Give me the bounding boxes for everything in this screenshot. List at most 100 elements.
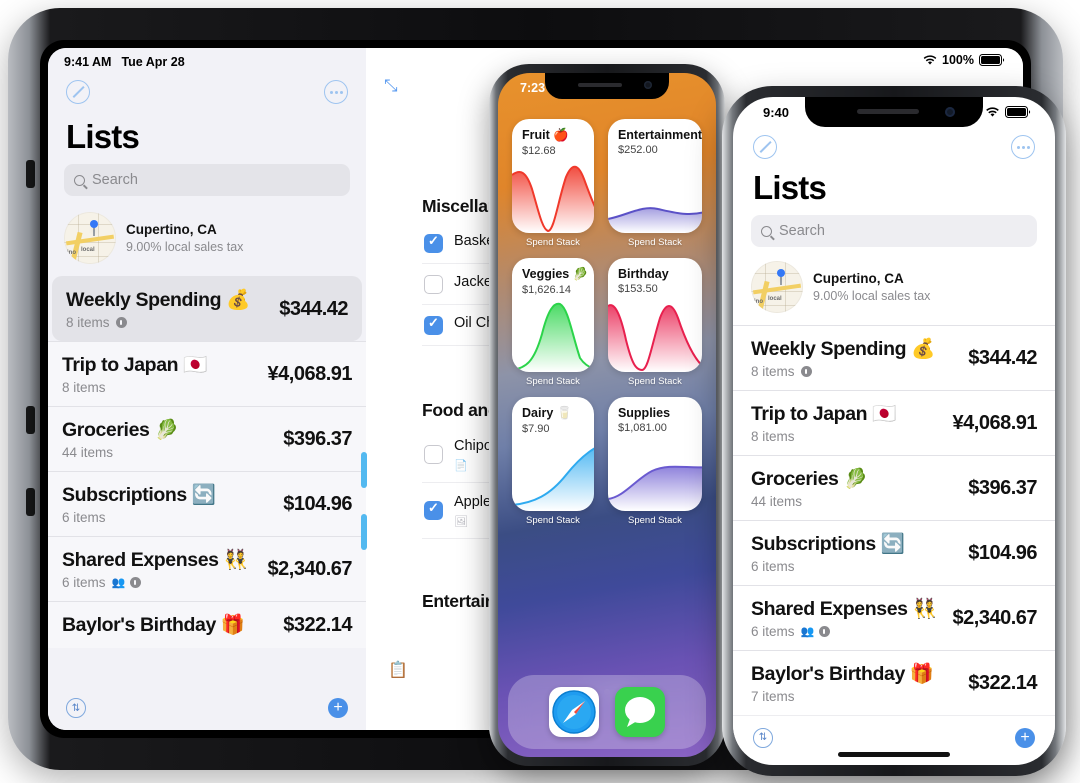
location-row[interactable]: ino local Cupertino, CA 9.00% local sale… <box>48 208 366 276</box>
iphone-lists-device: 9:40 •••• Lists Search ino local Cuperti… <box>722 86 1066 776</box>
location-row[interactable]: ino local Cupertino, CA 9.00% local sale… <box>733 259 1055 325</box>
widget-card[interactable]: Supplies $1,081.00 <box>607 397 702 511</box>
widget-grid: Fruit 🍎 $12.68 Spend Stack Entertainment <box>498 119 716 526</box>
list-item-groceries[interactable]: Groceries 🥬 44 items $396.37 <box>48 406 366 471</box>
widget-amount: $7.90 <box>522 423 550 435</box>
list-item-subtitle: 8 items <box>751 429 795 444</box>
widget-entertainment[interactable]: Entertainment $252.00 Spend Stack <box>607 119 702 248</box>
list-item-title: Shared Expenses 👯 <box>62 549 248 571</box>
list-item-subscriptions[interactable]: Subscriptions 🔄 6 items $104.96 <box>733 520 1055 585</box>
widget-title: Birthday <box>617 267 669 281</box>
widget-amount: $252.00 <box>617 144 658 156</box>
list-item-shared-expenses[interactable]: Shared Expenses 👯 6 items 👥 $2,340.67 <box>48 536 366 601</box>
search-input[interactable]: Search <box>751 215 1037 247</box>
widget-fruit[interactable]: Fruit 🍎 $12.68 Spend Stack <box>512 119 594 248</box>
widget-caption: Spend Stack <box>628 237 682 248</box>
notch <box>545 73 669 99</box>
add-list-button[interactable]: + <box>1015 727 1035 748</box>
list-item-subtitle: 8 items <box>751 364 935 379</box>
map-pin-stem <box>93 227 95 236</box>
list-item-groceries[interactable]: Groceries 🥬 44 items $396.37 <box>733 455 1055 520</box>
list-item-title: Groceries 🥬 <box>751 468 868 490</box>
widget-birthday[interactable]: Birthday $153.50 Spend Stack <box>607 258 702 387</box>
lists-nav-bar <box>733 131 1055 159</box>
search-input[interactable]: Search <box>64 164 350 196</box>
speaker-icon <box>578 83 622 87</box>
list-item-count: 6 items <box>751 624 795 639</box>
scroll-indicator-1[interactable] <box>361 452 367 488</box>
list-item-shared-expenses[interactable]: Shared Expenses 👯 6 items 👥 $2,340.67 <box>733 585 1055 650</box>
list-item-baylors-birthday[interactable]: Baylor's Birthday 🎁 $322.14 <box>48 601 366 648</box>
safari-app-icon[interactable] <box>549 687 599 737</box>
list-item-subtitle: 6 items 👥 <box>751 624 936 639</box>
lists-status-right: •••• <box>965 106 1031 118</box>
home-indicator[interactable] <box>838 752 950 757</box>
messages-app-icon[interactable] <box>615 687 665 737</box>
checkbox-icon[interactable] <box>424 275 443 294</box>
ipad-status-bar: 9:41 AM Tue Apr 28 <box>48 48 366 76</box>
expand-diagonal-icon[interactable]: ⤡ <box>384 76 398 96</box>
widget-card[interactable]: Fruit 🍎 $12.68 <box>512 119 594 233</box>
page-title: Lists <box>753 169 827 206</box>
list-item-title: Weekly Spending 💰 <box>66 289 250 311</box>
add-list-button[interactable]: + <box>328 698 348 718</box>
widget-card[interactable]: Veggies 🥬 $1,626.14 <box>512 258 594 372</box>
map-pin-icon <box>777 269 785 277</box>
widget-card[interactable]: Dairy 🥛 $7.90 <box>512 397 594 511</box>
list-item-count: 6 items <box>62 575 106 590</box>
search-placeholder: Search <box>92 172 138 188</box>
clipboard-icon[interactable]: 📋 <box>388 660 408 680</box>
ipad-button-mid[interactable] <box>26 406 35 434</box>
more-ellipsis-circle-icon[interactable] <box>1011 135 1035 159</box>
list-item-count: 8 items <box>66 315 110 330</box>
list-item-amount: $322.14 <box>968 671 1037 694</box>
list-item-title: Baylor's Birthday 🎁 <box>62 614 245 636</box>
list-item-amount: $104.96 <box>968 541 1037 564</box>
map-thumbnail-icon: ino local <box>751 261 803 313</box>
widget-card[interactable]: Entertainment $252.00 <box>607 119 702 233</box>
privacy-badge-icon <box>130 577 142 588</box>
widget-dairy[interactable]: Dairy 🥛 $7.90 Spend Stack <box>512 397 594 526</box>
more-ellipsis-circle-icon[interactable] <box>324 80 348 104</box>
widget-chart <box>512 165 594 233</box>
ipad-button-top[interactable] <box>26 160 35 188</box>
list-item-subscriptions[interactable]: Subscriptions 🔄 6 items $104.96 <box>48 471 366 536</box>
checkbox-icon[interactable] <box>424 233 443 253</box>
ipad-button-bottom[interactable] <box>26 488 35 516</box>
no-entry-circle-icon[interactable] <box>66 80 90 104</box>
ipad-list-rows: Weekly Spending 💰 8 items $344.42 Trip t… <box>48 276 366 686</box>
iphone-lists-screen: 9:40 •••• Lists Search ino local Cuperti… <box>733 97 1055 765</box>
ipad-sidebar: 9:41 AM Tue Apr 28 Lists Search ino loca… <box>48 48 366 730</box>
list-item-baylors-birthday[interactable]: Baylor's Birthday 🎁 7 items $322.14 <box>733 650 1055 715</box>
home-status-time: 7:23 <box>520 81 546 95</box>
scroll-indicator-2[interactable] <box>361 514 367 550</box>
list-item-subtitle: 44 items <box>751 494 803 509</box>
sort-updown-icon[interactable]: ⇅ <box>66 698 86 718</box>
widget-caption: Spend Stack <box>526 376 580 387</box>
list-item-title: Shared Expenses 👯 <box>751 598 937 620</box>
list-item-trip-to-japan[interactable]: Trip to Japan 🇯🇵 8 items ¥4,068.91 <box>733 390 1055 455</box>
list-item-amount: $104.96 <box>283 492 352 515</box>
checkbox-icon[interactable] <box>424 315 443 335</box>
checkbox-icon[interactable] <box>424 500 443 520</box>
signal-dots-icon: •••• <box>964 107 980 117</box>
ipad-bottom-toolbar: ⇅ + <box>48 686 366 730</box>
privacy-badge-icon <box>115 317 127 328</box>
list-item-trip-to-japan[interactable]: Trip to Japan 🇯🇵 8 items ¥4,068.91 <box>48 341 366 406</box>
location-name: Cupertino, CA <box>813 271 904 286</box>
widget-veggies[interactable]: Veggies 🥬 $1,626.14 Spend Stack <box>512 258 594 387</box>
widget-supplies[interactable]: Supplies $1,081.00 Spend Stack <box>607 397 702 526</box>
dock <box>508 675 706 749</box>
list-item-weekly-spending[interactable]: Weekly Spending 💰 8 items $344.42 <box>52 276 362 341</box>
sort-updown-icon[interactable]: ⇅ <box>753 727 773 748</box>
search-placeholder: Search <box>779 223 825 239</box>
list-item-weekly-spending[interactable]: Weekly Spending 💰 8 items $344.42 <box>733 325 1055 390</box>
widget-card[interactable]: Birthday $153.50 <box>607 258 702 372</box>
ipad-nav-bar <box>48 76 366 104</box>
widget-chart <box>512 447 594 511</box>
no-entry-circle-icon[interactable] <box>753 135 777 159</box>
widget-caption: Spend Stack <box>526 237 580 248</box>
checkbox-icon[interactable] <box>424 445 443 464</box>
list-item-amount: $396.37 <box>968 476 1037 499</box>
widget-caption: Spend Stack <box>628 515 682 526</box>
